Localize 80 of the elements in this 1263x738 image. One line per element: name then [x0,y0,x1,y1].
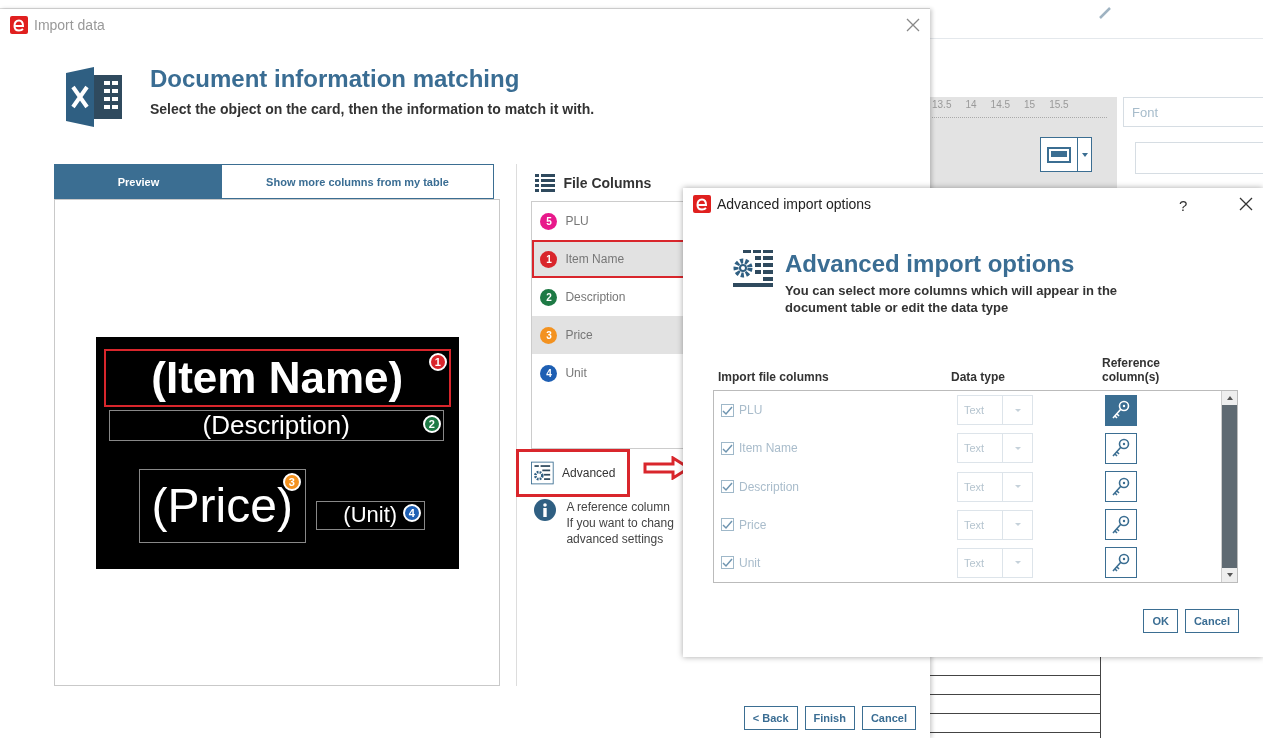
ruler-label: 13.5 [932,99,952,110]
key-icon [1111,400,1131,421]
key-icon [1111,514,1131,535]
window-title: Advanced import options [717,196,873,212]
key-icon [1111,552,1131,573]
number-badge: 4 [540,364,558,382]
key-icon [1111,438,1131,459]
ruler-label: 14 [965,99,977,110]
caret-icon [1081,152,1088,157]
dialog-heading: Document information matching [150,65,521,93]
column-name: Description [739,479,800,494]
caret-icon [1014,523,1021,527]
checkmark-icon [722,442,733,454]
dialog-button[interactable]: Cancel [1184,609,1239,633]
checkmark-icon [722,557,733,569]
column-name: Unit [739,555,761,570]
layout-button[interactable] [1040,137,1092,172]
checkbox[interactable] [721,441,734,455]
column-name: Item Name [739,441,798,456]
close-button[interactable] [1239,197,1253,211]
info-text: If you want to chang [566,515,674,531]
help-button[interactable]: ? [1179,197,1193,211]
caret-icon [1014,485,1021,488]
scrollbar[interactable] [1221,391,1237,582]
column-name: PLU [739,403,763,418]
layout-icon [1047,146,1071,163]
number-badge: 1 [540,250,558,268]
info-icon [534,499,557,521]
column-header: Data type [951,370,1007,384]
checkbox[interactable] [721,518,734,532]
window-title: Import data [34,17,106,33]
info-text: advanced settings [566,531,665,547]
caret-icon [1014,408,1021,412]
checkmark-icon [722,404,733,416]
checkmark-icon [722,519,733,531]
ruler-label: 15.5 [1049,99,1069,110]
dialog-heading: Advanced import options [785,250,1076,278]
checkbox[interactable] [721,480,734,493]
number-badge: 4 [402,503,421,522]
info-text: A reference column [566,499,671,515]
checkbox[interactable] [721,403,734,417]
ruler-label: 15 [1024,99,1036,110]
key-button[interactable] [1105,547,1137,579]
pencil-icon [1098,6,1112,20]
scroll-down-icon [1226,573,1233,577]
settings-table-icon [733,250,775,290]
key-button[interactable] [1105,509,1137,541]
advanced-button[interactable]: Advanced [516,449,631,497]
number-badge: 5 [540,212,558,230]
dialog-button[interactable]: Finish [804,706,855,730]
gear-list-icon [531,460,555,486]
key-button[interactable] [1105,394,1137,426]
dialog-button[interactable]: OK [1143,609,1178,633]
font-field[interactable]: Font [1123,97,1263,127]
key-icon [1111,476,1131,497]
column-name: Price [739,517,767,532]
checkmark-icon [722,481,733,492]
number-badge: 2 [422,414,441,433]
dialog-subheading: You can select more columns which will appear in the document table or edit the data type [785,282,1119,316]
key-button[interactable] [1105,471,1137,502]
scroll-up-icon [1226,396,1233,400]
dialog-button[interactable]: Cancel [861,706,916,730]
column-header: Import file columns [718,370,830,384]
dialog-subheading: Select the object on the card, then the information to match it with. [150,101,595,117]
key-button[interactable] [1105,432,1137,464]
column-header: Reference column(s) [1102,356,1162,384]
app-logo-icon [10,16,28,34]
tab[interactable]: Preview [55,165,222,198]
checkbox[interactable] [721,556,734,570]
app-logo-icon [693,195,711,213]
section-title: File Columns [563,174,652,191]
caret-icon [1014,446,1021,450]
ruler-label: 14.5 [990,99,1011,110]
list-icon [535,173,556,192]
caret-icon [1014,561,1021,565]
number-badge: 2 [540,288,558,306]
number-badge: 1 [428,352,447,371]
number-badge: 3 [540,326,558,344]
dialog-button[interactable]: < Back [743,706,798,730]
spreadsheet-icon [66,65,122,129]
